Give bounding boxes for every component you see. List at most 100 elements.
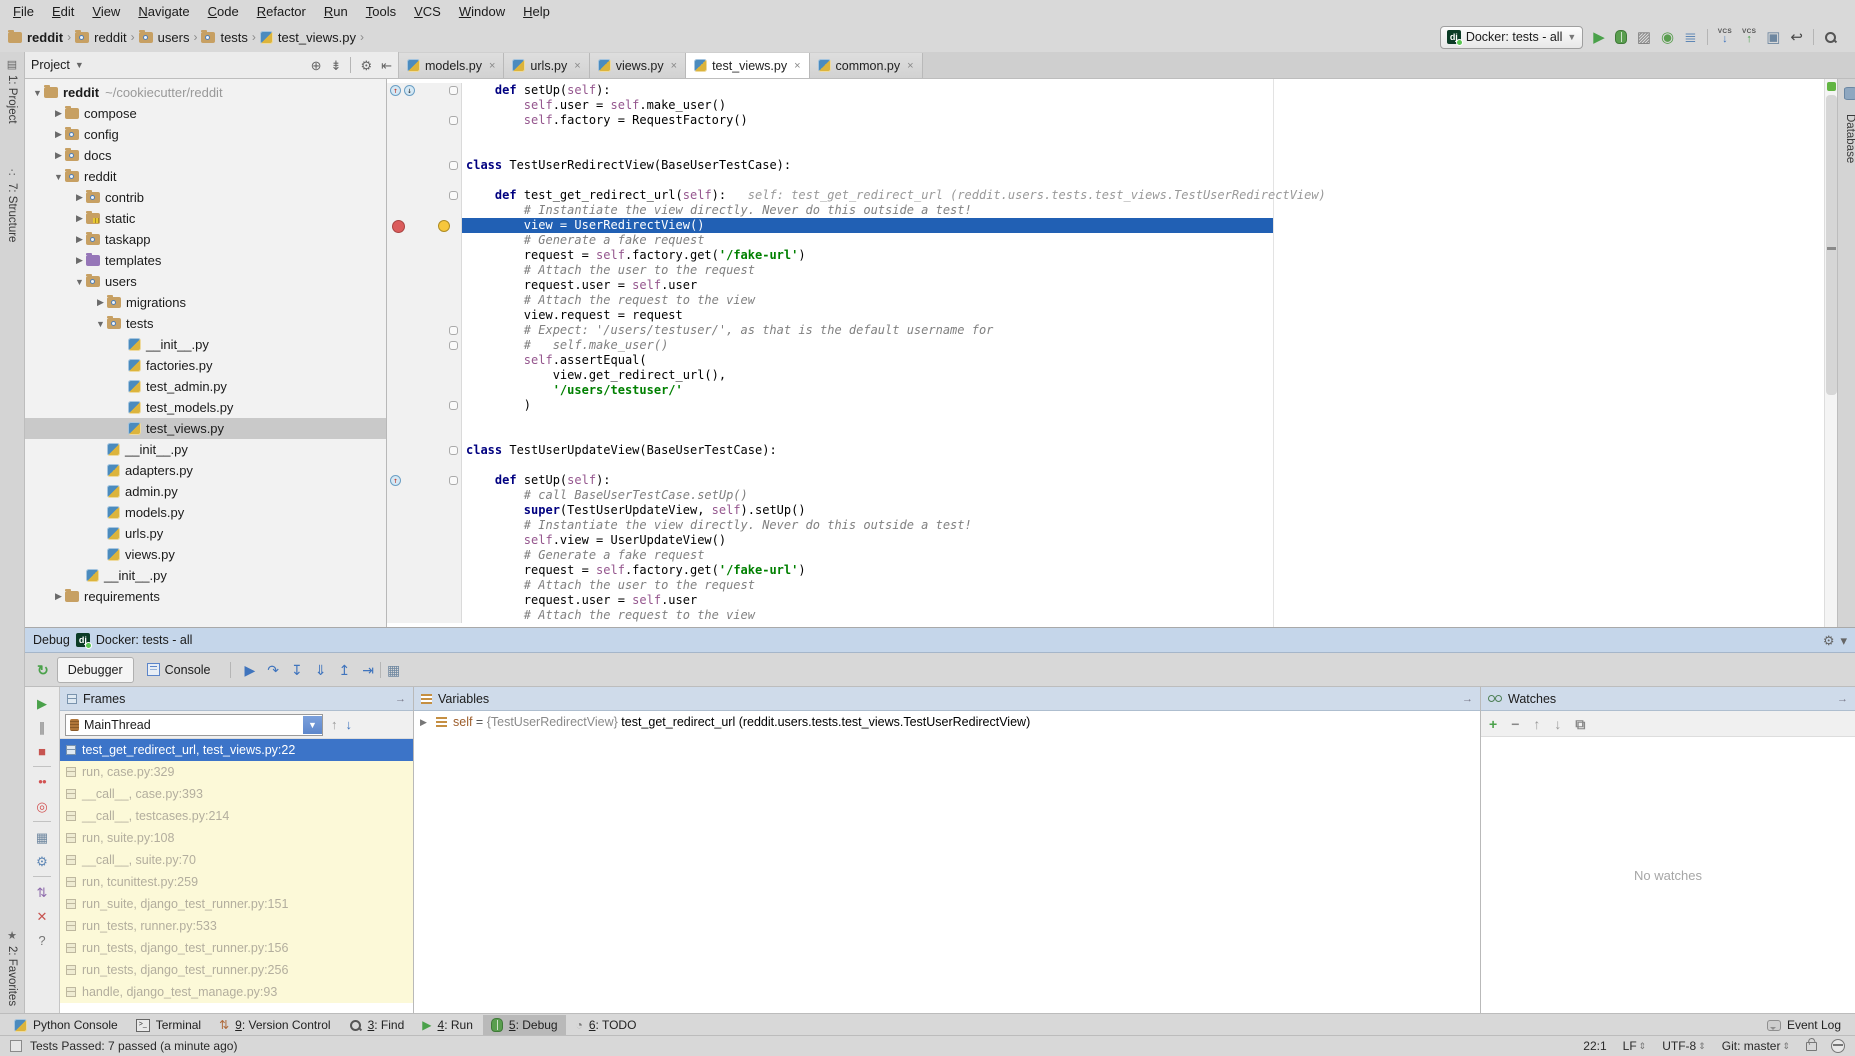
code-line[interactable]: view.get_redirect_url(),: [387, 368, 1825, 383]
breadcrumb-item[interactable]: reddit: [8, 30, 63, 45]
mute-breakpoints-icon[interactable]: ◎: [25, 794, 59, 818]
code-fold-icon[interactable]: [449, 161, 458, 170]
code-line[interactable]: super(TestUserUpdateView, self).setUp(): [387, 503, 1825, 518]
panel-options-icon[interactable]: →: [1462, 693, 1473, 705]
tree-item-urls-py[interactable]: urls.py: [25, 523, 386, 544]
remove-watch-icon[interactable]: −: [1511, 717, 1519, 731]
tree-item-factories-py[interactable]: factories.py: [25, 355, 386, 376]
editor-tab-urls-py[interactable]: urls.py×: [504, 53, 589, 78]
code-fold-icon[interactable]: [449, 446, 458, 455]
run-to-cursor-icon[interactable]: ⇥: [356, 663, 380, 677]
tool-stripe-database[interactable]: Database: [1844, 114, 1855, 163]
code-line[interactable]: ↑↓ def setUp(self):: [387, 83, 1825, 98]
tree-item-__init__-py[interactable]: __init__.py: [25, 565, 386, 586]
tool-tab-debug[interactable]: 5: Debug: [483, 1015, 566, 1035]
code-fold-icon[interactable]: [449, 401, 458, 410]
editor-tab-common-py[interactable]: common.py×: [810, 53, 923, 78]
stop-program-icon[interactable]: ■: [25, 739, 59, 763]
code-line[interactable]: # Instantiate the view directly. Never d…: [387, 203, 1825, 218]
stack-frame[interactable]: run, tcunittest.py:259: [60, 871, 413, 893]
tree-item-docs[interactable]: ▶docs: [25, 145, 386, 166]
tree-item-users[interactable]: ▼users: [25, 271, 386, 292]
code-fold-icon[interactable]: [449, 476, 458, 485]
tree-item-reddit[interactable]: ▼reddit~/cookiecutter/reddit: [25, 82, 386, 103]
step-into-icon[interactable]: ↧: [285, 663, 309, 677]
code-line[interactable]: class TestUserRedirectView(BaseUserTestC…: [387, 158, 1825, 173]
scrollbar-thumb[interactable]: [1826, 95, 1837, 395]
breadcrumb-item[interactable]: test_views.py: [260, 30, 356, 45]
menu-view[interactable]: View: [83, 2, 129, 21]
menu-run[interactable]: Run: [315, 2, 357, 21]
code-line[interactable]: # Attach the user to the request: [387, 578, 1825, 593]
code-line[interactable]: ↑ def setUp(self):: [387, 473, 1825, 488]
hide-panel-icon[interactable]: ▾: [1840, 634, 1847, 647]
tool-tab-version-control[interactable]: ⇅9: Version Control: [211, 1015, 338, 1035]
close-tab-icon[interactable]: ×: [574, 60, 580, 72]
pause-program-icon[interactable]: ∥: [25, 715, 59, 739]
tree-item-contrib[interactable]: ▶contrib: [25, 187, 386, 208]
step-out-icon[interactable]: ↥: [333, 663, 357, 677]
recent-changes-icon[interactable]: ▣: [1766, 30, 1780, 45]
code-line[interactable]: request.user = self.user: [387, 278, 1825, 293]
locate-icon[interactable]: ⊕: [311, 59, 322, 72]
tree-item-reddit[interactable]: ▼reddit: [25, 166, 386, 187]
tool-tab-python-console[interactable]: Python Console: [6, 1015, 126, 1035]
tool-stripe-favorites[interactable]: ★2: Favorites: [0, 931, 24, 1006]
overrides-method-icon[interactable]: ↑: [390, 475, 401, 486]
run-configuration-selector[interactable]: dj Docker: tests - all ▼: [1440, 26, 1583, 49]
debug-bug-icon[interactable]: [1615, 30, 1627, 44]
code-line[interactable]: # Attach the user to the request: [387, 263, 1825, 278]
breadcrumb-item[interactable]: tests: [201, 30, 247, 45]
code-line[interactable]: self.user = self.make_user(): [387, 98, 1825, 113]
code-line[interactable]: # Attach the request to the view: [387, 608, 1825, 623]
thread-selector[interactable]: MainThread ▼: [65, 714, 323, 736]
previous-frame-icon[interactable]: ↑: [331, 717, 338, 732]
tree-item-test_admin-py[interactable]: test_admin.py: [25, 376, 386, 397]
add-watch-icon[interactable]: +: [1489, 717, 1497, 731]
collapse-all-icon[interactable]: ⇟: [331, 59, 342, 72]
next-frame-icon[interactable]: ↓: [346, 717, 353, 732]
menu-code[interactable]: Code: [199, 2, 248, 21]
menu-refactor[interactable]: Refactor: [248, 2, 315, 21]
stack-frame[interactable]: __call__, testcases.py:214: [60, 805, 413, 827]
expand-icon[interactable]: ▶: [420, 717, 430, 728]
breadcrumb-item[interactable]: users: [139, 30, 190, 45]
code-line[interactable]: [387, 143, 1825, 158]
encoding-selector[interactable]: UTF-8⇕: [1662, 1039, 1706, 1053]
run-icon[interactable]: ▶: [1593, 30, 1605, 45]
code-line[interactable]: # call BaseUserTestCase.setUp(): [387, 488, 1825, 503]
breadcrumb-item[interactable]: reddit: [75, 30, 127, 45]
debug-tab-debugger[interactable]: Debugger: [57, 657, 134, 683]
code-line[interactable]: # Generate a fake request: [387, 233, 1825, 248]
run-configurations-icon[interactable]: ≣: [1684, 30, 1697, 45]
thread-dropdown-button[interactable]: ▼: [303, 716, 322, 734]
stack-frame[interactable]: __call__, suite.py:70: [60, 849, 413, 871]
tree-item-admin-py[interactable]: admin.py: [25, 481, 386, 502]
code-line[interactable]: ): [387, 398, 1825, 413]
code-line[interactable]: # Attach the request to the view: [387, 293, 1825, 308]
tree-item-compose[interactable]: ▶compose: [25, 103, 386, 124]
breakpoint-icon[interactable]: [392, 220, 405, 233]
rollback-icon[interactable]: ↩: [1790, 30, 1803, 45]
settings-icon[interactable]: ⚙: [25, 849, 59, 873]
vcs-commit-icon[interactable]: VCS↑: [1742, 29, 1756, 46]
step-over-icon[interactable]: ↷: [261, 663, 285, 677]
git-branch-selector[interactable]: Git: master⇕: [1722, 1039, 1790, 1053]
code-line[interactable]: self.view = UserUpdateView(): [387, 533, 1825, 548]
stack-frame[interactable]: run_tests, runner.py:533: [60, 915, 413, 937]
editor-tab-models-py[interactable]: models.py×: [399, 53, 504, 78]
tree-item-migrations[interactable]: ▶migrations: [25, 292, 386, 313]
stack-frame[interactable]: __call__, case.py:393: [60, 783, 413, 805]
tree-item-__init__-py[interactable]: __init__.py: [25, 334, 386, 355]
overridden-method-icon[interactable]: ↓: [404, 85, 415, 96]
code-line[interactable]: view.request = request: [387, 308, 1825, 323]
tree-item-config[interactable]: ▶config: [25, 124, 386, 145]
tree-item-test_views-py[interactable]: test_views.py: [25, 418, 386, 439]
restore-layout-icon[interactable]: ▦: [25, 825, 59, 849]
stack-frame[interactable]: run_suite, django_test_runner.py:151: [60, 893, 413, 915]
tree-item-test_models-py[interactable]: test_models.py: [25, 397, 386, 418]
close-tab-icon[interactable]: ×: [907, 60, 913, 72]
tree-item-views-py[interactable]: views.py: [25, 544, 386, 565]
help-icon[interactable]: ?: [25, 928, 59, 952]
rerun-icon[interactable]: ↻: [31, 663, 55, 677]
